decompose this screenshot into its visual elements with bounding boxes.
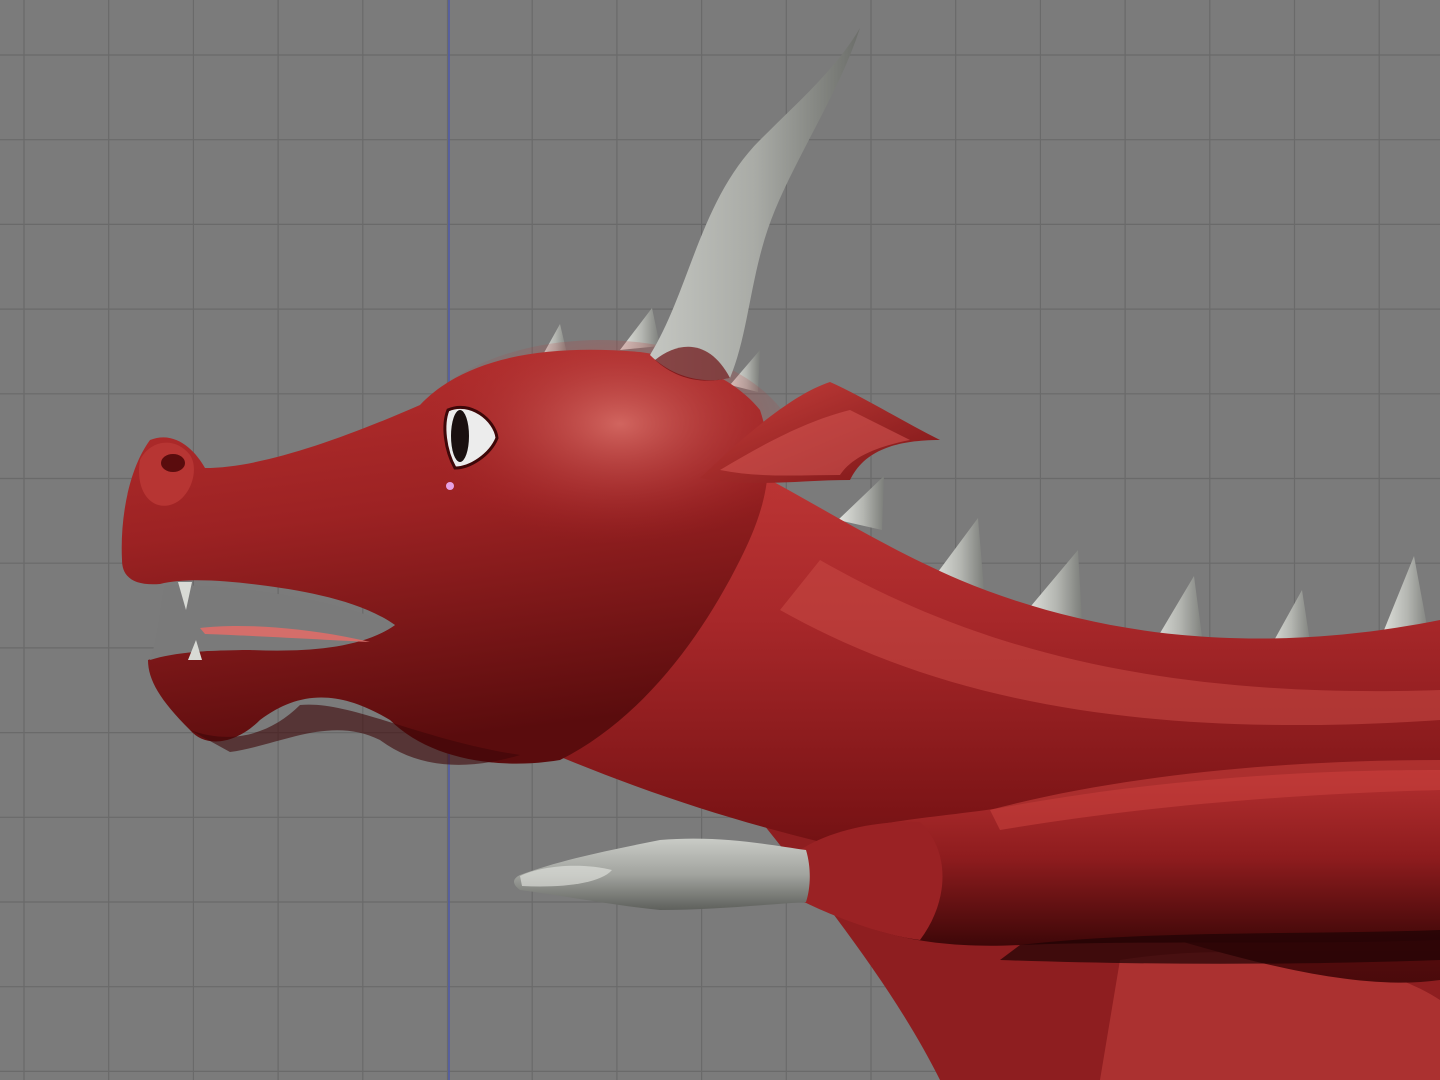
- main-horn[interactable]: [650, 28, 860, 381]
- nostril: [161, 454, 185, 472]
- 3d-viewport[interactable]: [0, 0, 1440, 1080]
- dragon-model[interactable]: [121, 28, 1440, 1080]
- tear-drop: [446, 482, 454, 490]
- viewport-scene[interactable]: [0, 0, 1440, 1080]
